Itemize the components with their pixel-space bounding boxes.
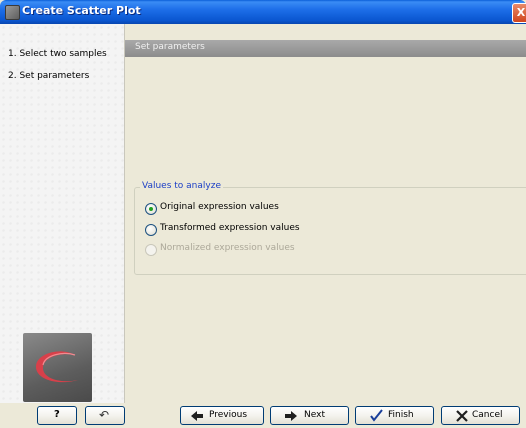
next-button[interactable]: Next	[270, 406, 349, 425]
parameters-panel: Set parameters Values to analyze Origina…	[125, 24, 526, 403]
cancel-button[interactable]: Cancel	[441, 406, 520, 425]
logo-swoosh-icon	[35, 351, 78, 383]
next-label: Next	[304, 410, 325, 420]
radio-label: Original expression values	[160, 202, 279, 212]
section-header: Set parameters	[125, 40, 526, 57]
wizard-steps-panel: 1. Select two samples 2. Set parameters	[0, 24, 125, 403]
finish-label: Finish	[388, 410, 414, 420]
checkmark-icon	[370, 409, 383, 422]
previous-button[interactable]: Previous	[180, 406, 264, 425]
title-bar[interactable]: Create Scatter Plot X	[0, 0, 526, 24]
finish-button[interactable]: Finish	[355, 406, 434, 425]
help-button[interactable]: ?	[37, 406, 77, 425]
app-icon	[5, 5, 20, 20]
clc-logo-icon	[23, 333, 92, 402]
values-to-analyze-group: Values to analyze Original expression va…	[134, 181, 526, 275]
arrow-left-icon	[191, 411, 203, 421]
radio-label: Transformed expression values	[160, 223, 300, 233]
radio-label: Normalized expression values	[160, 243, 295, 253]
radio-button[interactable]	[145, 224, 157, 236]
arrow-right-icon	[285, 411, 297, 421]
x-icon	[456, 410, 468, 422]
reset-button[interactable]: ↶	[85, 406, 125, 425]
step-select-two-samples: 1. Select two samples	[8, 49, 107, 59]
dialog-window: Create Scatter Plot X 1. Select two samp…	[0, 0, 526, 428]
cancel-label: Cancel	[472, 410, 503, 420]
step-set-parameters: 2. Set parameters	[8, 71, 90, 81]
radio-button-checked[interactable]	[145, 203, 157, 215]
window-title: Create Scatter Plot	[22, 4, 141, 17]
close-button[interactable]: X	[512, 3, 526, 23]
button-bar: ? ↶ Previous Next Finish Cancel	[0, 403, 526, 428]
help-icon: ?	[54, 409, 60, 420]
group-title: Values to analyze	[140, 181, 223, 191]
previous-label: Previous	[209, 410, 248, 420]
radio-button-disabled	[145, 244, 157, 256]
section-header-title: Set parameters	[135, 42, 205, 52]
reset-icon: ↶	[99, 408, 110, 422]
